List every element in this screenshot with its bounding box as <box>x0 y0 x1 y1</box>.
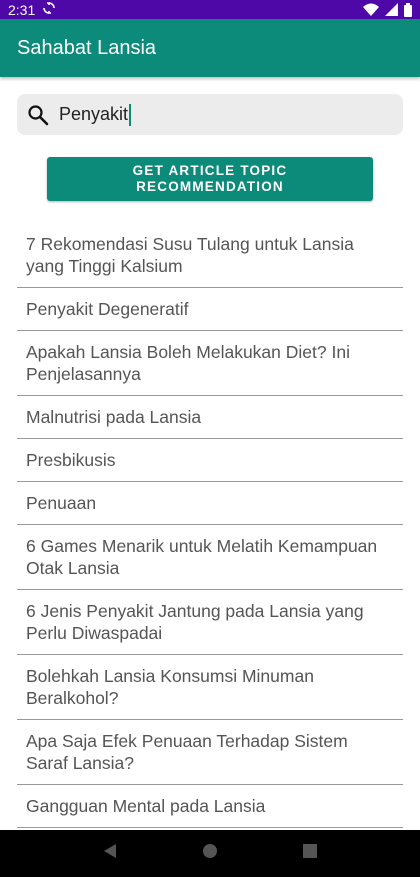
screen: 2:31 Sahabat Lansia Penyakit GET ARTICLE… <box>0 0 420 877</box>
battery-icon <box>404 2 412 17</box>
wifi-icon <box>363 3 379 16</box>
signal-icon <box>385 3 398 16</box>
article-list-item[interactable]: Apakah Lansia Boleh Melakukan Diet? Ini … <box>17 331 403 396</box>
article-list-item[interactable]: Bolehkah Lansia Konsumsi Minuman Beralko… <box>17 655 403 720</box>
article-list-item[interactable]: 6 Jenis Penyakit Jantung pada Lansia yan… <box>17 590 403 655</box>
recents-icon[interactable] <box>302 843 318 864</box>
article-list-item[interactable]: 7 Rekomendasi Susu Tulang untuk Lansia y… <box>17 223 403 288</box>
search-value: Penyakit <box>59 104 129 124</box>
back-icon[interactable] <box>102 843 118 864</box>
get-recommendation-button[interactable]: GET ARTICLE TOPIC RECOMMENDATION <box>47 157 373 201</box>
article-list-item[interactable]: Presbikusis <box>17 439 403 482</box>
status-time: 2:31 <box>8 1 36 18</box>
article-list-item[interactable]: Gangguan Mental pada Lansia <box>17 785 403 828</box>
navigation-bar <box>0 830 420 877</box>
article-list-item[interactable]: Penuaan <box>17 482 403 525</box>
article-list: 7 Rekomendasi Susu Tulang untuk Lansia y… <box>17 223 403 828</box>
article-list-item[interactable]: Malnutrisi pada Lansia <box>17 396 403 439</box>
search-input[interactable]: Penyakit <box>17 94 403 135</box>
article-list-item[interactable]: 6 Games Menarik untuk Melatih Kemampuan … <box>17 525 403 590</box>
app-bar: Sahabat Lansia <box>0 19 420 77</box>
text-cursor <box>129 103 132 126</box>
sync-icon <box>43 2 56 17</box>
status-icons <box>363 2 412 17</box>
article-list-item[interactable]: Apa Saja Efek Penuaan Terhadap Sistem Sa… <box>17 720 403 785</box>
app-title: Sahabat Lansia <box>17 36 157 59</box>
article-list-item[interactable]: Penyakit Degeneratif <box>17 288 403 331</box>
home-icon[interactable] <box>202 843 218 864</box>
search-icon <box>27 104 49 126</box>
status-bar: 2:31 <box>0 0 420 19</box>
